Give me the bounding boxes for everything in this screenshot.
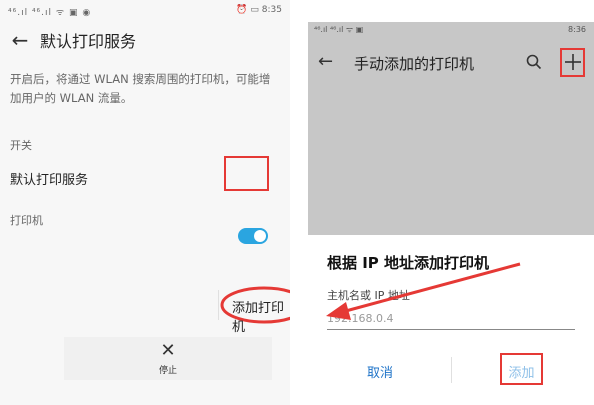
annotation-arrow	[326, 262, 521, 320]
